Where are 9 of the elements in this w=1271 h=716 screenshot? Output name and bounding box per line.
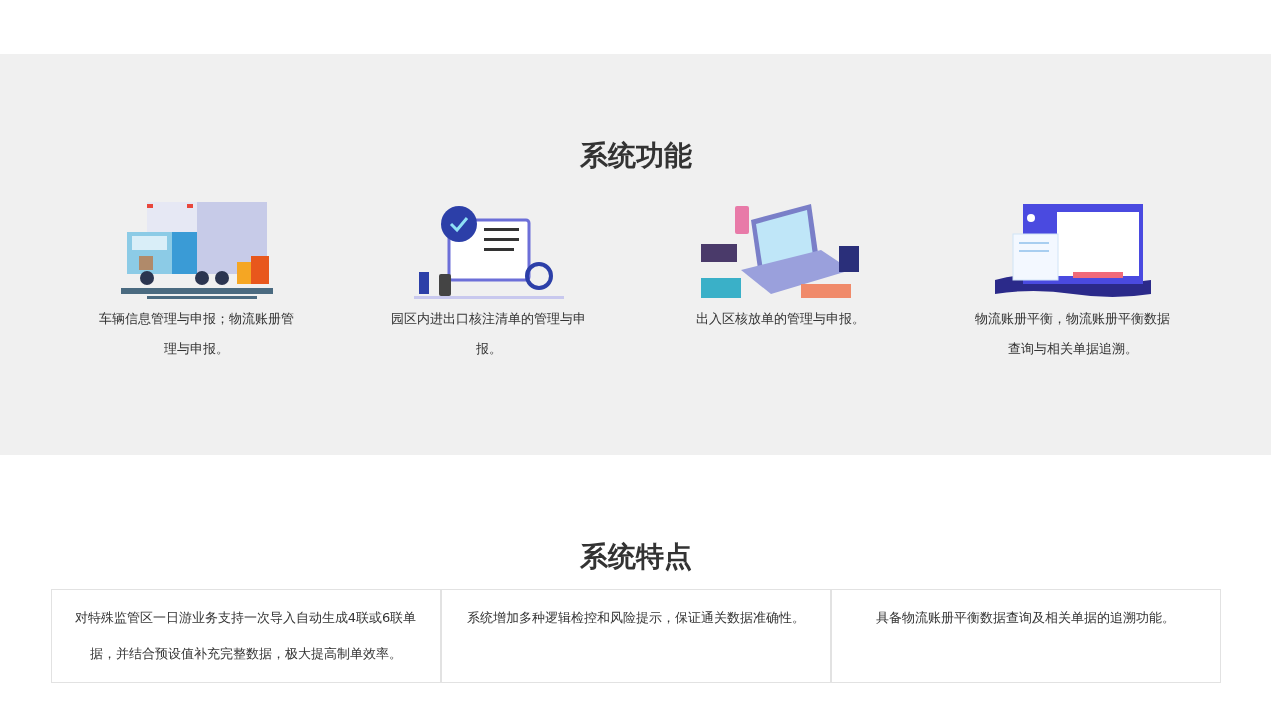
feature-description: 车辆信息管理与申报；物流账册管理与申报。: [98, 310, 295, 358]
section-title: 系统功能: [578, 138, 693, 174]
feature-card: 系统增加多种逻辑检控和风险提示，保证通关数据准确性。: [440, 589, 831, 683]
feature-card: 具备物流账册平衡数据查询及相关单据的追溯功能。: [830, 589, 1221, 683]
section-title: 系统特点: [578, 539, 693, 575]
feature-description: 园区内进出口核注清单的管理与申报。: [390, 310, 587, 358]
feature-card: 对特殊监管区一日游业务支持一次导入自动生成4联或6联单据，并结合预设值补充完整数据，极大提高制单效率。: [50, 589, 441, 683]
feature-description: 出入区核放单的管理与申报。: [696, 310, 865, 328]
feature-description: 物流账册平衡，物流账册平衡数据查询与相关单据追溯。: [974, 310, 1171, 358]
